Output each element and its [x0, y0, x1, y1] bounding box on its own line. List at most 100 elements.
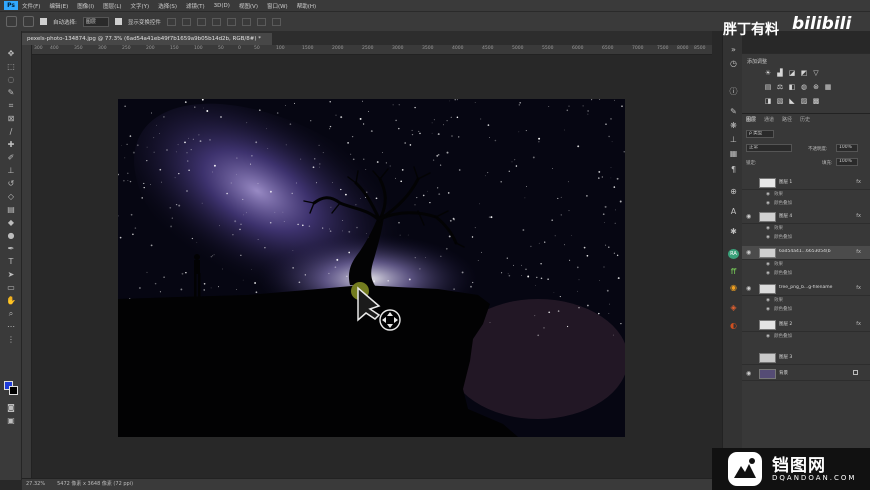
plugin-ff-icon[interactable]: ff [728, 267, 739, 277]
menu-item-image[interactable]: 图像(I) [77, 2, 94, 10]
layer-row[interactable]: ◉ 背景 [742, 367, 870, 381]
lasso-tool-icon[interactable]: ◌ [6, 75, 16, 84]
photo-filter-icon[interactable]: ◍ [800, 84, 808, 91]
tab-history[interactable]: 历史 [800, 116, 810, 123]
align-bottom-icon[interactable] [241, 17, 251, 26]
menu-item-select[interactable]: 选择(S) [158, 2, 177, 10]
plugin-orange-icon[interactable]: ◈ [728, 303, 739, 313]
black-white-icon[interactable]: ◧ [788, 84, 796, 91]
shape-tool-icon[interactable]: ▭ [6, 283, 16, 292]
auto-select-checkbox[interactable] [40, 18, 47, 25]
paragraph-icon[interactable]: ¶ [728, 165, 739, 175]
type-tool-icon[interactable]: T [6, 257, 16, 266]
menu-item-layer[interactable]: 图层(L) [103, 2, 121, 10]
glyphs-icon[interactable]: ✱ [728, 227, 739, 237]
brush-tool-icon[interactable]: ✐ [6, 153, 16, 162]
eye-icon[interactable]: ◉ [766, 261, 774, 269]
healing-brush-tool-icon[interactable]: ✚ [6, 140, 16, 149]
zoom-level[interactable]: 27.32% [26, 479, 45, 490]
ra-plugin-icon[interactable]: RA [728, 249, 739, 259]
layer-fx-badge[interactable]: fx [856, 249, 861, 255]
auto-select-dropdown[interactable]: 图层 [82, 16, 109, 27]
opacity-field[interactable]: 100% [836, 144, 858, 152]
move-tool-icon[interactable] [23, 16, 34, 27]
tab-channels[interactable]: 通道 [764, 116, 774, 123]
vertical-ruler[interactable] [22, 45, 32, 478]
more-tools-icon[interactable]: ⋯ [6, 322, 16, 331]
blur-tool-icon[interactable]: ◆ [6, 218, 16, 227]
menu-item-window[interactable]: 窗口(W) [267, 2, 288, 10]
eye-icon[interactable]: ◉ [746, 213, 751, 220]
eyedropper-tool-icon[interactable]: ∕ [6, 127, 16, 136]
eye-icon[interactable]: ◉ [766, 191, 774, 199]
eye-icon[interactable]: ◉ [766, 270, 774, 278]
layer-fx-badge[interactable]: fx [856, 285, 861, 291]
hand-tool-icon[interactable]: ✋ [6, 296, 16, 305]
layer-fx-badge[interactable]: fx [856, 321, 861, 327]
eye-icon[interactable]: ◉ [746, 285, 751, 292]
align-middle-icon[interactable] [226, 17, 236, 26]
quick-select-tool-icon[interactable]: ✎ [6, 88, 16, 97]
history-icon[interactable]: ◷ [728, 59, 739, 69]
channels-icon[interactable]: ⊕ [728, 187, 739, 197]
tab-paths[interactable]: 路径 [782, 116, 792, 123]
eye-icon[interactable]: ◉ [766, 200, 774, 208]
menu-item-type[interactable]: 文字(Y) [131, 2, 150, 10]
document-image[interactable] [118, 99, 625, 437]
background-color-swatch[interactable] [9, 386, 18, 395]
exposure-icon[interactable]: ◩ [800, 70, 808, 77]
fill-field[interactable]: 100% [836, 158, 858, 166]
character-icon[interactable]: A [728, 207, 739, 217]
gradient-map-icon[interactable]: ▩ [812, 98, 820, 105]
posterize-icon[interactable]: ▧ [776, 98, 784, 105]
threshold-icon[interactable]: ◣ [788, 98, 796, 105]
color-balance-icon[interactable]: ⚖ [776, 84, 784, 91]
channel-mixer-icon[interactable]: ⊛ [812, 84, 820, 91]
history-brush-tool-icon[interactable]: ↺ [6, 179, 16, 188]
align-left-icon[interactable] [166, 17, 176, 26]
menu-item-3d[interactable]: 3D(D) [214, 3, 230, 9]
menu-item-file[interactable]: 文件(F) [22, 2, 40, 10]
menu-item-edit[interactable]: 编辑(E) [49, 2, 68, 10]
eye-icon[interactable]: ◉ [766, 297, 774, 305]
swatches-icon[interactable]: ▦ [728, 149, 739, 159]
frame-tool-icon[interactable]: ⊠ [6, 114, 16, 123]
home-icon[interactable] [6, 16, 17, 27]
blend-mode-dropdown[interactable]: 正常 [746, 144, 792, 152]
brushes-icon[interactable]: ❋ [728, 121, 739, 131]
show-transform-checkbox[interactable] [114, 18, 122, 25]
3d-mode-icon[interactable] [271, 17, 281, 26]
crop-tool-icon[interactable]: ⌗ [6, 101, 16, 110]
menu-item-filter[interactable]: 滤镜(T) [186, 2, 205, 10]
document-tab[interactable]: pexels-photo-134874.jpg @ 77.3% (6ad54a4… [22, 33, 272, 45]
layer-row[interactable]: ◉ tree_png_b...g-filename fx [742, 282, 870, 296]
distribute-icon[interactable] [256, 17, 266, 26]
gradient-tool-icon[interactable]: ▤ [6, 205, 16, 214]
vibrance-icon[interactable]: ▽ [812, 70, 820, 77]
hue-saturation-icon[interactable]: ▤ [764, 84, 772, 91]
layer-row[interactable]: 图层 2 fx [742, 318, 870, 332]
eraser-tool-icon[interactable]: ◇ [6, 192, 16, 201]
plugin-red-icon[interactable]: ◐ [728, 321, 739, 331]
eye-icon[interactable]: ◉ [746, 249, 751, 256]
eye-icon[interactable]: ◉ [766, 333, 774, 341]
zoom-tool-icon[interactable]: ⌕ [6, 309, 16, 318]
layer-row[interactable]: 图层 3 [742, 351, 870, 365]
eye-icon[interactable]: ◉ [766, 234, 774, 242]
color-wheel-icon[interactable]: ◉ [728, 283, 739, 293]
brush-settings-icon[interactable]: ✎ [728, 107, 739, 117]
layer-fx-badge[interactable]: fx [856, 179, 861, 185]
screen-mode-icon[interactable]: ▣ [6, 416, 16, 425]
layer-row-selected[interactable]: ◉ 6ad54a41...6653054(b fx [742, 246, 870, 260]
marquee-tool-icon[interactable]: ⬚ [6, 62, 16, 71]
clone-source-icon[interactable]: ⊥ [728, 135, 739, 145]
curves-icon[interactable]: ◪ [788, 70, 796, 77]
collapse-panels-icon[interactable]: » [728, 45, 739, 55]
align-center-icon[interactable] [181, 17, 191, 26]
selective-color-icon[interactable]: ▨ [800, 98, 808, 105]
eye-icon[interactable]: ◉ [766, 225, 774, 233]
move-tool-icon[interactable]: ✥ [6, 49, 16, 58]
layer-row[interactable]: 图层 1 fx [742, 176, 870, 190]
eye-icon[interactable]: ◉ [746, 370, 751, 377]
eye-icon[interactable]: ◉ [766, 306, 774, 314]
